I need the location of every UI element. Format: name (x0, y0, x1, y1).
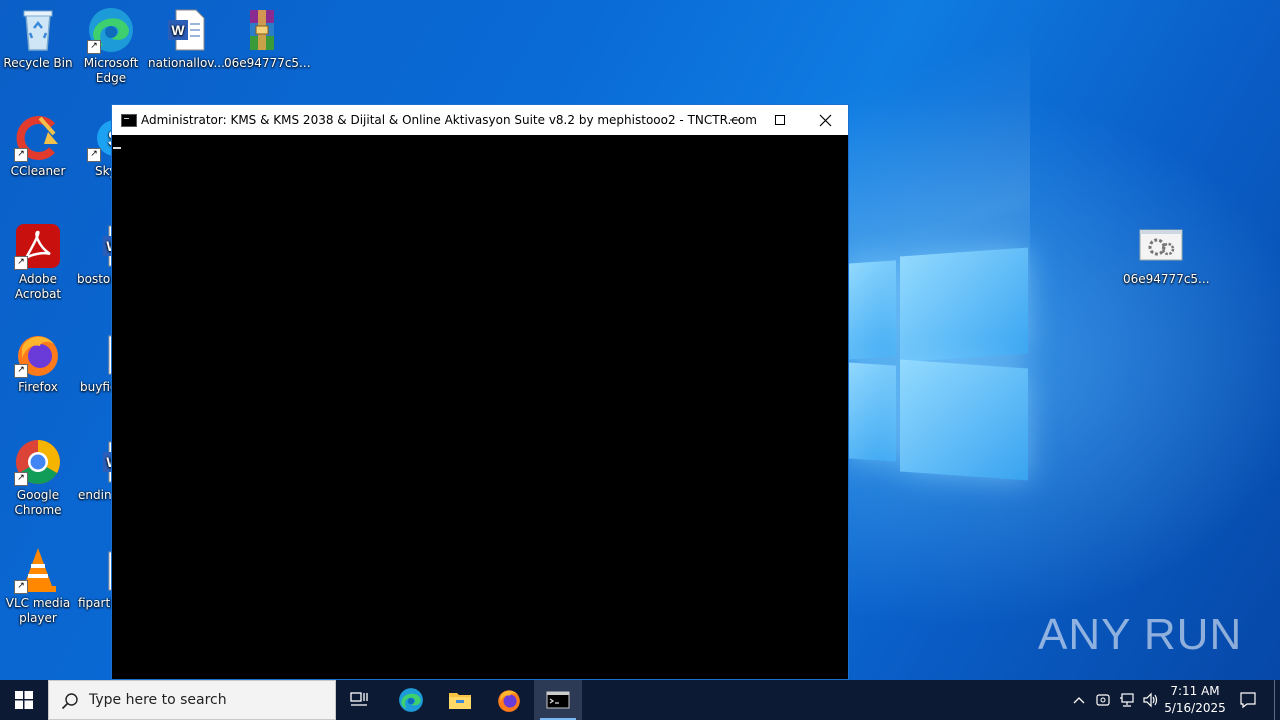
command-prompt-window[interactable]: Administrator: KMS & KMS 2038 & Dijital … (111, 104, 849, 680)
desktop-icon-ccleaner[interactable]: ↗ CCleaner (0, 114, 76, 179)
tray-network-button[interactable] (1116, 680, 1138, 720)
desktop-icon-label: VLC media player (5, 596, 71, 625)
desktop-icon-label: Microsoft Edge (83, 56, 139, 85)
settings-file-icon (1137, 222, 1185, 270)
vlc-icon: ↗ (14, 546, 62, 594)
shortcut-arrow-icon: ↗ (87, 40, 101, 54)
search-placeholder: Type here to search (89, 692, 227, 708)
command-prompt-icon (546, 691, 570, 709)
taskbar: Type here to search 7:11 AM 5/16/2025 (0, 680, 1280, 720)
taskbar-command-prompt-button[interactable] (534, 680, 582, 720)
text-cursor (113, 147, 121, 149)
show-desktop-button[interactable] (1274, 680, 1275, 720)
adobe-acrobat-icon: ↗ (14, 222, 62, 270)
desktop-icon-label: 06e94777c5... (1123, 272, 1210, 286)
anyrun-watermark: ANY RUN (1038, 610, 1243, 659)
device-icon (1096, 694, 1110, 706)
desktop-icon-label: Recycle Bin (3, 56, 73, 70)
edge-icon: ↗ (87, 6, 135, 54)
recycle-bin-icon (14, 6, 62, 54)
chrome-icon: ↗ (14, 438, 62, 486)
windows-start-icon (15, 691, 33, 709)
action-center-button[interactable] (1234, 680, 1262, 720)
taskbar-clock[interactable]: 7:11 AM 5/16/2025 (1160, 683, 1230, 717)
taskbar-search-box[interactable]: Type here to search (48, 680, 336, 720)
notification-icon (1240, 692, 1256, 709)
winrar-archive-icon (238, 6, 286, 54)
taskbar-firefox-button[interactable] (485, 680, 533, 720)
taskbar-file-explorer-button[interactable] (436, 680, 484, 720)
windows-logo-wallpaper (848, 242, 1028, 481)
close-icon (819, 114, 831, 126)
tray-meet-now-button[interactable] (1092, 680, 1114, 720)
firefox-icon (498, 690, 520, 712)
maximize-button[interactable] (757, 105, 803, 135)
desktop-icon-label: Adobe Acrobat (14, 272, 62, 301)
shortcut-arrow-icon: ↗ (14, 580, 28, 594)
desktop-icon-label: Firefox (18, 380, 58, 394)
desktop-icon-label: 06e94777c5... (224, 56, 311, 70)
maximize-icon (775, 115, 785, 125)
desktop-icon-google-chrome[interactable]: ↗ Google Chrome (0, 438, 76, 518)
firefox-icon: ↗ (14, 330, 62, 378)
desktop-icon-label: Google Chrome (14, 488, 62, 517)
command-prompt-icon (121, 114, 137, 127)
svg-text:W: W (171, 22, 185, 38)
desktop-icon-firefox[interactable]: ↗ Firefox (0, 330, 76, 395)
shortcut-arrow-icon: ↗ (14, 472, 28, 486)
desktop-icon-winrar-archive[interactable]: 06e94777c5... (224, 6, 311, 71)
clock-time: 7:11 AM (1170, 684, 1220, 698)
minimize-button[interactable] (712, 105, 758, 135)
desktop-icon-label: nationallov... (148, 56, 225, 70)
file-explorer-icon (449, 693, 471, 709)
chevron-up-icon (1073, 697, 1085, 704)
desktop-icon-edge[interactable]: ↗ Microsoft Edge (73, 6, 149, 86)
shortcut-arrow-icon: ↗ (14, 256, 28, 270)
tray-volume-button[interactable] (1140, 680, 1162, 720)
taskbar-edge-button[interactable] (387, 680, 435, 720)
network-icon (1120, 693, 1134, 707)
desktop-icon-recycle-bin[interactable]: Recycle Bin (0, 6, 76, 71)
shortcut-arrow-icon: ↗ (14, 148, 28, 162)
desktop-icon-word-doc[interactable]: W nationallov... (148, 6, 225, 71)
start-button[interactable] (0, 680, 48, 720)
minimize-icon (730, 119, 740, 121)
shortcut-arrow-icon: ↗ (14, 364, 28, 378)
clock-date: 5/16/2025 (1164, 701, 1226, 715)
desktop-icon-label: CCleaner (10, 164, 66, 178)
desktop-icon-adobe-acrobat[interactable]: ↗ Adobe Acrobat (0, 222, 76, 302)
search-icon (61, 693, 78, 710)
desktop-icon-config-file[interactable]: 06e94777c5... (1123, 222, 1210, 287)
window-title: Administrator: KMS & KMS 2038 & Dijital … (141, 113, 757, 127)
task-view-icon (350, 692, 368, 706)
ccleaner-icon: ↗ (14, 114, 62, 162)
desktop-icon-vlc[interactable]: ↗ VLC media player (0, 546, 76, 626)
word-document-icon: W (162, 6, 210, 54)
window-title-bar[interactable]: Administrator: KMS & KMS 2038 & Dijital … (112, 105, 848, 135)
close-button[interactable] (802, 105, 848, 135)
edge-icon (399, 688, 423, 712)
shortcut-arrow-icon: ↗ (87, 148, 101, 162)
volume-icon (1143, 692, 1158, 708)
show-hidden-icons-button[interactable] (1068, 680, 1090, 720)
task-view-button[interactable] (336, 680, 384, 720)
